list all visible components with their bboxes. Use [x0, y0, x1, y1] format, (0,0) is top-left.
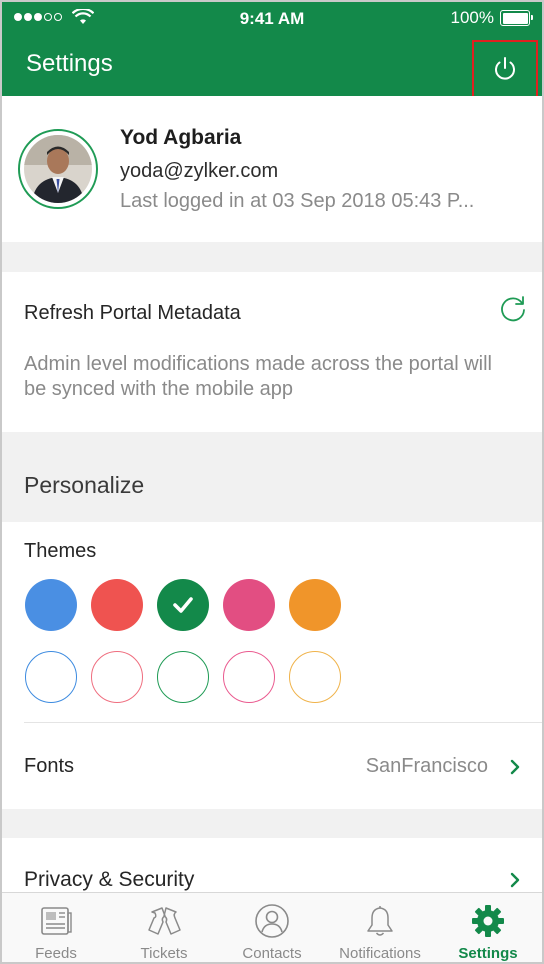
- theme-swatch-outline-2[interactable]: [91, 651, 143, 703]
- profile-card[interactable]: Yod Agbaria yoda@zylker.com Last logged …: [2, 96, 542, 242]
- theme-swatch-filled-3[interactable]: [157, 579, 209, 631]
- tab-label: Feeds: [35, 945, 77, 962]
- avatar: [18, 129, 98, 209]
- personalize-title: Personalize: [24, 472, 145, 498]
- profile-name: Yod Agbaria: [120, 126, 242, 149]
- profile-email: yoda@zylker.com: [120, 160, 279, 182]
- avatar-photo: [24, 135, 92, 203]
- tab-notifications[interactable]: Notifications: [326, 893, 434, 962]
- themes-title: Themes: [24, 540, 97, 562]
- theme-swatch-outline-4[interactable]: [223, 651, 275, 703]
- tab-label: Settings: [458, 945, 518, 962]
- chevron-right-icon: [510, 759, 520, 775]
- section-spacer: [2, 809, 542, 838]
- tab-contacts[interactable]: Contacts: [218, 893, 326, 962]
- header-bar: Settings: [2, 36, 542, 98]
- power-icon: [495, 57, 515, 80]
- theme-swatch-filled-4[interactable]: [223, 579, 275, 631]
- tab-label: Tickets: [140, 945, 188, 962]
- status-right: 100%: [450, 8, 533, 28]
- status-bar: 9:41 AM 100%: [2, 2, 542, 36]
- theme-swatch-outline-1[interactable]: [25, 651, 77, 703]
- section-spacer: [2, 242, 542, 272]
- theme-swatch-outline-5[interactable]: [289, 651, 341, 703]
- chevron-right-icon: [510, 872, 520, 888]
- app-frame: 9:41 AM 100% Settings Yod Agbaria yoda@z…: [0, 0, 544, 964]
- tab-tickets[interactable]: Tickets: [110, 893, 218, 962]
- check-icon: [173, 597, 193, 613]
- tickets-icon: [148, 907, 181, 935]
- contacts-icon: [255, 904, 289, 938]
- fonts-row[interactable]: Fonts SanFrancisco: [2, 723, 542, 809]
- fonts-label: Fonts: [24, 755, 75, 777]
- tab-label: Contacts: [242, 945, 302, 962]
- tab-label: Notifications: [339, 945, 421, 962]
- page-title: Settings: [26, 50, 113, 77]
- logout-power-button[interactable]: [472, 40, 538, 98]
- theme-swatch-filled-5[interactable]: [289, 579, 341, 631]
- theme-swatch-outline-3[interactable]: [157, 651, 209, 703]
- themes-section: Themes: [2, 522, 542, 722]
- battery-icon: [500, 10, 533, 26]
- refresh-description: Admin level modifications made across th…: [24, 353, 492, 400]
- tab-settings[interactable]: Settings: [434, 893, 542, 962]
- theme-swatch-filled-2[interactable]: [91, 579, 143, 631]
- refresh-metadata-section: Refresh Portal Metadata Admin level modi…: [2, 272, 542, 432]
- privacy-security-row[interactable]: Privacy & Security: [2, 838, 542, 894]
- bell-icon: [367, 906, 393, 936]
- tab-feeds[interactable]: Feeds: [2, 893, 110, 962]
- privacy-label: Privacy & Security: [24, 868, 195, 891]
- personalize-header: Personalize: [2, 432, 542, 522]
- refresh-title: Refresh Portal Metadata: [24, 302, 241, 324]
- bottom-tab-bar: Feeds Tickets Contacts Notifications Set…: [2, 892, 542, 962]
- battery-percent: 100%: [450, 8, 494, 27]
- refresh-icon[interactable]: [498, 294, 528, 324]
- gear-icon: [472, 905, 504, 937]
- fonts-value: SanFrancisco: [365, 755, 488, 777]
- profile-last-login: Last logged in at 03 Sep 2018 05:43 P...: [120, 190, 475, 212]
- feeds-icon: [41, 907, 72, 935]
- theme-swatch-filled-1[interactable]: [25, 579, 77, 631]
